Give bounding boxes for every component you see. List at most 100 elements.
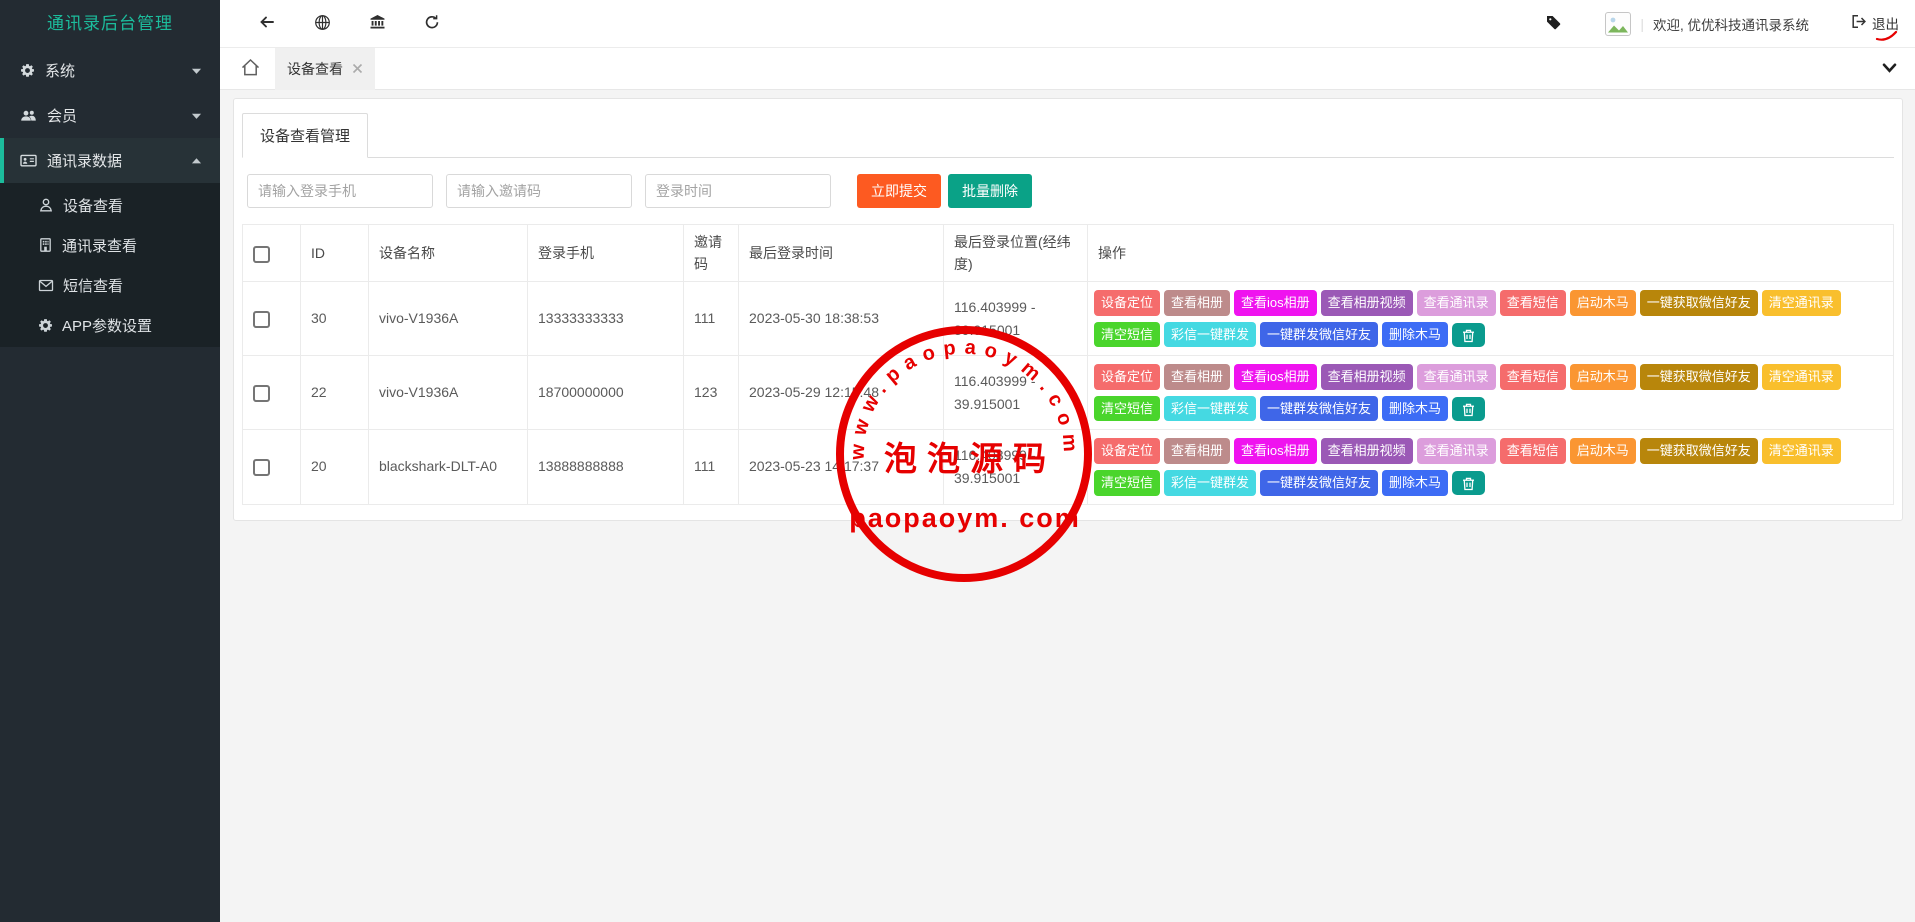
envelope-icon — [38, 279, 54, 292]
delete-button[interactable] — [1452, 397, 1485, 421]
mms-bulk-send-button[interactable]: 彩信一键群发 — [1164, 470, 1256, 496]
delete-button[interactable] — [1452, 323, 1485, 347]
sidebar-item-system[interactable]: 系统 — [0, 48, 220, 93]
bulk-send-wechat-button[interactable]: 一键群发微信好友 — [1260, 322, 1378, 348]
view-sms-button[interactable]: 查看短信 — [1500, 290, 1566, 316]
submit-button[interactable]: 立即提交 — [857, 174, 941, 208]
clear-sms-button[interactable]: 清空短信 — [1094, 396, 1160, 422]
sidebar-item-label: 会员 — [47, 105, 77, 126]
logout-icon — [1851, 14, 1867, 32]
back-button[interactable] — [256, 12, 278, 35]
close-icon[interactable] — [352, 63, 363, 74]
batch-delete-button[interactable]: 批量删除 — [948, 174, 1032, 208]
topbar-icons — [256, 12, 442, 36]
get-wechat-friends-button[interactable]: 一键获取微信好友 — [1640, 438, 1758, 464]
tab-device-manage[interactable]: 设备查看管理 — [242, 113, 368, 158]
back-arrow-icon — [258, 14, 276, 33]
tabbar-collapse-button[interactable] — [1882, 61, 1897, 76]
get-wechat-friends-button[interactable]: 一键获取微信好友 — [1640, 364, 1758, 390]
row-checkbox[interactable] — [253, 311, 270, 328]
delete-trojan-button[interactable]: 删除木马 — [1382, 470, 1448, 496]
sidebar-item-sms-view[interactable]: 短信查看 — [0, 265, 220, 305]
start-trojan-button[interactable]: 启动木马 — [1570, 364, 1636, 390]
sidebar-item-members[interactable]: 会员 — [0, 93, 220, 138]
get-wechat-friends-button[interactable]: 一键获取微信好友 — [1640, 290, 1758, 316]
sidebar-item-label: 短信查看 — [63, 275, 123, 296]
view-album-button[interactable]: 查看相册 — [1164, 364, 1230, 390]
globe-button[interactable] — [312, 12, 333, 36]
select-all-checkbox[interactable] — [253, 246, 270, 263]
cell-id: 30 — [301, 282, 369, 356]
table-body: 30vivo-V1936A133333333331112023-05-30 18… — [243, 282, 1894, 505]
sidebar-item-contacts-view[interactable]: 通讯录查看 — [0, 225, 220, 265]
cell-checkbox — [243, 430, 301, 504]
home-button[interactable] — [240, 58, 261, 80]
clear-contacts-button[interactable]: 清空通讯录 — [1762, 438, 1841, 464]
invite-code-input[interactable] — [446, 174, 632, 208]
red-underline-mark — [1875, 31, 1899, 43]
view-album-video-button[interactable]: 查看相册视频 — [1321, 290, 1413, 316]
tab-device-view[interactable]: 设备查看 — [275, 48, 375, 90]
sidebar-item-label: 设备查看 — [63, 195, 123, 216]
clear-sms-button[interactable]: 清空短信 — [1094, 470, 1160, 496]
tab-label: 设备查看 — [287, 59, 343, 79]
view-album-video-button[interactable]: 查看相册视频 — [1321, 438, 1413, 464]
sidebar-item-device-view[interactable]: 设备查看 — [0, 185, 220, 225]
cell-device: blackshark-DLT-A0 — [369, 430, 528, 504]
cell-last-login: 2023-05-29 12:15:48 — [739, 356, 944, 430]
users-icon — [20, 108, 37, 123]
view-ios-album-button[interactable]: 查看ios相册 — [1234, 438, 1317, 464]
action-line: 清空短信彩信一键群发一键群发微信好友删除木马 — [1094, 320, 1887, 350]
sidebar-item-app-params[interactable]: APP参数设置 — [0, 305, 220, 345]
view-contacts-button[interactable]: 查看通讯录 — [1417, 290, 1496, 316]
clear-contacts-button[interactable]: 清空通讯录 — [1762, 290, 1841, 316]
sidebar-item-label: 通讯录数据 — [47, 150, 122, 171]
cell-last-login: 2023-05-30 18:38:53 — [739, 282, 944, 356]
mms-bulk-send-button[interactable]: 彩信一键群发 — [1164, 396, 1256, 422]
start-trojan-button[interactable]: 启动木马 — [1570, 290, 1636, 316]
view-contacts-button[interactable]: 查看通讯录 — [1417, 438, 1496, 464]
mms-bulk-send-button[interactable]: 彩信一键群发 — [1164, 322, 1256, 348]
view-album-button[interactable]: 查看相册 — [1164, 290, 1230, 316]
header-actions: 操作 — [1088, 225, 1894, 282]
row-checkbox[interactable] — [253, 385, 270, 402]
clear-sms-button[interactable]: 清空短信 — [1094, 322, 1160, 348]
table-row: 30vivo-V1936A133333333331112023-05-30 18… — [243, 282, 1894, 356]
login-time-input[interactable] — [645, 174, 831, 208]
device-table: ID 设备名称 登录手机 邀请码 最后登录时间 最后登录位置(经纬度) 操作 3… — [242, 224, 1894, 505]
cell-actions: 设备定位查看相册查看ios相册查看相册视频查看通讯录查看短信启动木马一键获取微信… — [1088, 282, 1894, 356]
bank-button[interactable] — [367, 12, 388, 35]
view-album-video-button[interactable]: 查看相册视频 — [1321, 364, 1413, 390]
table-row: 20blackshark-DLT-A0138888888881112023-05… — [243, 430, 1894, 504]
view-album-button[interactable]: 查看相册 — [1164, 438, 1230, 464]
login-phone-input[interactable] — [247, 174, 433, 208]
delete-button[interactable] — [1452, 471, 1485, 495]
globe-icon — [314, 14, 331, 34]
tag-button[interactable] — [1544, 13, 1563, 35]
clear-contacts-button[interactable]: 清空通讯录 — [1762, 364, 1841, 390]
sidebar-item-contacts-data[interactable]: 通讯录数据 — [0, 138, 220, 183]
bulk-send-wechat-button[interactable]: 一键群发微信好友 — [1260, 470, 1378, 496]
cell-id: 22 — [301, 356, 369, 430]
view-ios-album-button[interactable]: 查看ios相册 — [1234, 364, 1317, 390]
home-icon — [240, 58, 261, 80]
delete-trojan-button[interactable]: 删除木马 — [1382, 322, 1448, 348]
main-content: 设备查看管理 立即提交 批量删除 ID 设备名称 登录手机 邀请码 最后登录 — [220, 90, 1915, 922]
view-sms-button[interactable]: 查看短信 — [1500, 438, 1566, 464]
device-locate-button[interactable]: 设备定位 — [1094, 290, 1160, 316]
logout-button[interactable]: 退出 — [1851, 13, 1899, 33]
delete-trojan-button[interactable]: 删除木马 — [1382, 396, 1448, 422]
sidebar-submenu: 设备查看通讯录查看短信查看 APP参数设置 — [0, 183, 220, 347]
view-contacts-button[interactable]: 查看通讯录 — [1417, 364, 1496, 390]
refresh-button[interactable] — [422, 12, 442, 35]
start-trojan-button[interactable]: 启动木马 — [1570, 438, 1636, 464]
device-locate-button[interactable]: 设备定位 — [1094, 364, 1160, 390]
caret-down-icon — [191, 112, 202, 120]
device-locate-button[interactable]: 设备定位 — [1094, 438, 1160, 464]
view-sms-button[interactable]: 查看短信 — [1500, 364, 1566, 390]
user-icon — [38, 197, 54, 213]
view-ios-album-button[interactable]: 查看ios相册 — [1234, 290, 1317, 316]
bulk-send-wechat-button[interactable]: 一键群发微信好友 — [1260, 396, 1378, 422]
row-checkbox[interactable] — [253, 459, 270, 476]
cell-location: 116.403999 - 39.915001 — [944, 282, 1088, 356]
